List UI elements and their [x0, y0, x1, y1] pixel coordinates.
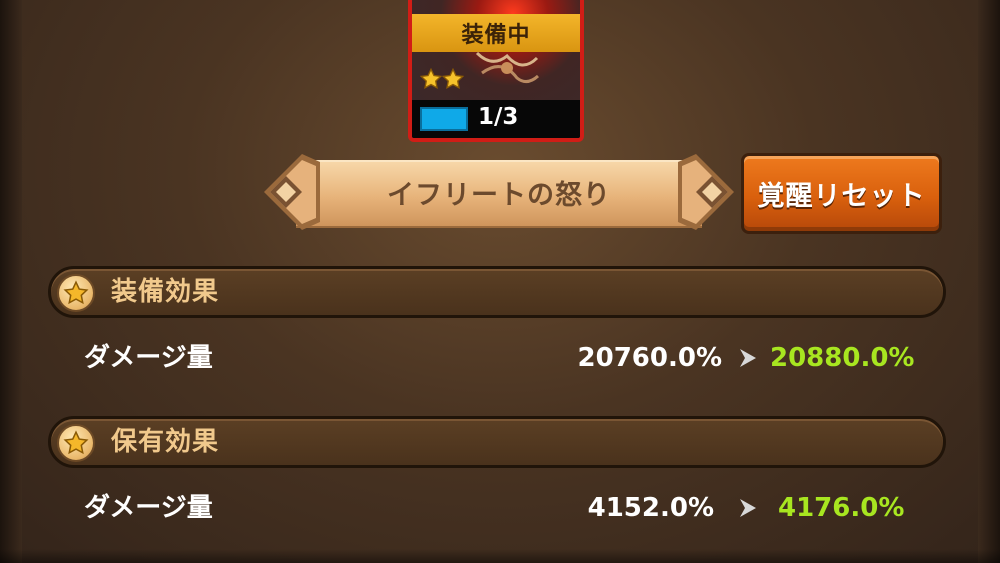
level-progress-text: 1/3 — [478, 104, 519, 130]
level-progress-bar: 1/3 — [412, 100, 580, 138]
panel-right-border — [978, 0, 1000, 563]
relic-card[interactable]: 装備中 1/3 — [408, 0, 584, 142]
star-icon — [57, 274, 95, 312]
panel-bottom-shade — [0, 549, 1000, 563]
stat-new-value: 20880.0% — [770, 343, 915, 373]
stat-label: ダメージ量 — [84, 343, 213, 373]
equip-effect-header: 装備効果 — [48, 266, 946, 318]
skill-name-ribbon: イフリートの怒り — [262, 152, 736, 232]
stat-old-value: 20760.0% — [577, 343, 722, 373]
stat-old-value: 4152.0% — [587, 493, 714, 523]
star-rating — [420, 68, 464, 92]
equip-effect-stat-row: ダメージ量 20760.0% 20880.0% — [0, 336, 1000, 380]
star-icon — [420, 68, 442, 89]
arrow-right-icon — [740, 499, 756, 517]
hold-effect-stat-row: ダメージ量 4152.0% 4176.0% — [0, 486, 1000, 530]
arrow-right-icon — [740, 349, 756, 367]
awakening-reset-button[interactable]: 覚醒リセット — [741, 153, 942, 234]
hold-effect-header: 保有効果 — [48, 416, 946, 468]
stat-new-value: 4176.0% — [778, 493, 905, 523]
panel-left-border — [0, 0, 22, 563]
section-title: 保有効果 — [111, 427, 220, 457]
equipped-banner: 装備中 — [412, 14, 580, 52]
relic-art — [475, 51, 540, 83]
level-progress-fill — [420, 107, 468, 131]
skill-name: イフリートの怒り — [387, 179, 611, 211]
star-icon — [57, 424, 95, 462]
stat-label: ダメージ量 — [84, 493, 213, 523]
star-icon — [442, 68, 464, 89]
section-title: 装備効果 — [111, 277, 220, 307]
